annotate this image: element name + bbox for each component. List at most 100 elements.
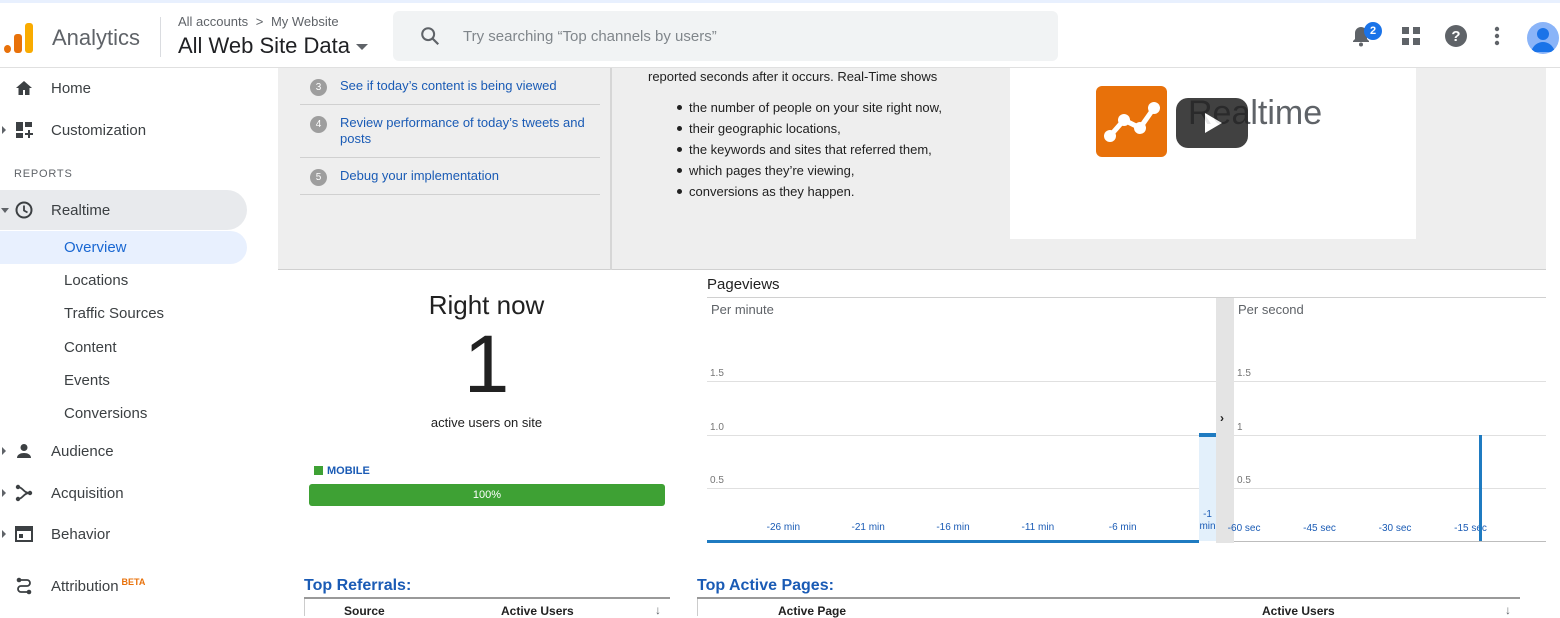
sidebar-subitem-traffic-sources[interactable]: Traffic Sources — [0, 297, 247, 330]
table-rule — [304, 597, 670, 599]
analytics-logo[interactable] — [4, 21, 34, 53]
active-users-label: active users on site — [430, 415, 543, 430]
breadcrumb-website[interactable]: My Website — [271, 14, 339, 29]
realtime-description: reported seconds after it occurs. Real-T… — [648, 66, 988, 202]
sidebar-subitem-events[interactable]: Events — [0, 364, 247, 397]
sidebar-item-acquisition[interactable]: Acquisition — [0, 473, 247, 513]
sidebar-subitem-label: Locations — [64, 272, 129, 289]
intro-step[interactable]: 5 Debug your implementation — [300, 158, 600, 195]
chevron-right-icon[interactable]: › — [1220, 411, 1224, 425]
play-button-icon[interactable] — [1176, 98, 1248, 148]
y-tick-label: 0.5 — [710, 474, 724, 486]
sidebar-subitem-conversions[interactable]: Conversions — [0, 397, 247, 430]
step-link[interactable]: Debug your implementation — [340, 168, 499, 183]
search-input[interactable] — [463, 11, 1043, 61]
header-divider — [160, 17, 161, 57]
property-name[interactable]: All Web Site Data — [178, 33, 350, 58]
expand-arrow-icon[interactable] — [2, 447, 6, 455]
realtime-logo-icon — [1096, 86, 1167, 157]
search-icon[interactable] — [419, 25, 441, 47]
collapse-arrow-icon[interactable] — [1, 207, 9, 213]
per-minute-chart: Per minute 0.5 1.0 1.5 -26 min -21 min -16 mi… — [707, 298, 1216, 543]
sort-down-icon[interactable]: ↓ — [655, 603, 661, 617]
intro-step[interactable]: 3 See if today’s content is being viewed — [300, 68, 600, 105]
x-tick-label: -45 sec — [1303, 523, 1336, 534]
device-label: MOBILE — [327, 465, 370, 477]
sidebar-subitem-overview[interactable]: Overview — [0, 231, 247, 264]
account-avatar[interactable] — [1527, 22, 1559, 54]
apps-grid-icon[interactable] — [1398, 23, 1424, 49]
sidebar-item-attribution[interactable]: Attribution BETA — [0, 566, 247, 606]
clock-icon — [15, 201, 33, 219]
x-tick-label: -11 min — [1021, 522, 1055, 533]
sidebar-subitem-label: Traffic Sources — [64, 305, 165, 322]
legend-swatch — [314, 466, 323, 475]
sidebar-subitem-label: Conversions — [64, 405, 148, 422]
notification-count-badge[interactable]: 2 — [1364, 22, 1382, 40]
expand-arrow-icon[interactable] — [2, 530, 6, 538]
y-tick-label: 1.5 — [1237, 368, 1251, 380]
sidebar-subitem-content[interactable]: Content — [0, 331, 247, 364]
search-bar[interactable] — [393, 11, 1058, 61]
chart-bar — [1199, 432, 1216, 437]
device-share-bar: 100% — [309, 484, 665, 506]
y-tick-label: 1.5 — [710, 368, 724, 380]
table-border — [697, 599, 698, 616]
sidebar-item-customization[interactable]: Customization — [0, 110, 247, 150]
table-rule — [697, 597, 1520, 599]
chart-label: Per minute — [711, 302, 774, 317]
realtime-video[interactable]: Realtime — [1010, 68, 1416, 239]
attribution-label: Attribution — [51, 578, 119, 595]
property-selector[interactable]: All Web Site Data — [178, 33, 369, 59]
y-tick-label: 1.0 — [710, 421, 724, 433]
sidebar-item-behavior[interactable]: Behavior — [0, 514, 247, 554]
expand-arrow-icon[interactable] — [2, 489, 6, 497]
sidebar-item-label: Acquisition — [51, 484, 124, 502]
browser-window-icon — [15, 526, 33, 542]
breadcrumb[interactable]: All accounts > My Website — [178, 14, 339, 29]
app-name: Analytics — [52, 25, 141, 50]
description-bullet: their geographic locations, — [677, 118, 988, 139]
svg-text:?: ? — [1451, 28, 1460, 45]
home-icon — [16, 81, 32, 95]
x-tick-label: -21 min — [851, 522, 885, 533]
sort-down-icon[interactable]: ↓ — [1505, 603, 1511, 617]
step-number-badge: 4 — [310, 116, 327, 133]
description-bullets: the number of people on your site right … — [677, 97, 988, 202]
per-second-chart: Per second 0.5 1 1.5 -60 sec -45 sec -30 sec -… — [1228, 298, 1546, 543]
breadcrumb-accounts[interactable]: All accounts — [178, 14, 248, 29]
pageviews-title: Pageviews — [707, 276, 780, 293]
dashboard-icon — [16, 122, 33, 138]
reports-section-heading: REPORTS — [14, 168, 73, 180]
sidebar-item-label: Realtime — [51, 201, 111, 219]
y-tick-label: 0.5 — [1237, 474, 1251, 486]
step-link[interactable]: Review performance of today’s tweets and… — [340, 115, 585, 146]
intro-step[interactable]: 4 Review performance of today’s tweets an… — [300, 105, 600, 158]
sidebar-subitem-label: Content — [64, 339, 117, 356]
step-link[interactable]: See if today’s content is being viewed — [340, 78, 557, 93]
help-icon[interactable]: ? — [1443, 23, 1469, 49]
expand-arrow-icon[interactable] — [2, 126, 6, 134]
gridline — [707, 434, 1216, 436]
sidebar-item-realtime[interactable]: Realtime — [0, 190, 247, 230]
panel-divider — [610, 68, 612, 270]
more-vert-icon[interactable] — [1484, 23, 1510, 49]
chart-splitter[interactable]: › — [1216, 298, 1234, 543]
person-icon — [17, 444, 31, 458]
sidebar-item-label: Audience — [51, 442, 114, 460]
sidebar-nav: Home Customization REPORTS Realtime Over… — [0, 68, 262, 616]
caret-down-icon[interactable] — [356, 44, 369, 51]
description-bullet: which pages they’re viewing, — [677, 160, 988, 181]
table-border — [304, 599, 305, 616]
description-bullet: conversions as they happen. — [677, 181, 988, 202]
x-tick-label: -30 sec — [1378, 523, 1412, 534]
sidebar-subitem-locations[interactable]: Locations — [0, 264, 247, 297]
gridline — [707, 381, 1216, 383]
gridline — [1234, 381, 1546, 383]
sidebar-item-home[interactable]: Home — [0, 68, 247, 108]
sidebar-subitem-label: Events — [64, 372, 110, 389]
attribution-icon — [16, 577, 32, 595]
realtime-intro-panel: 3 See if today’s content is being viewed … — [278, 68, 1546, 270]
sidebar-item-audience[interactable]: Audience — [0, 431, 247, 471]
top-active-pages-title: Top Active Pages: — [697, 577, 834, 594]
